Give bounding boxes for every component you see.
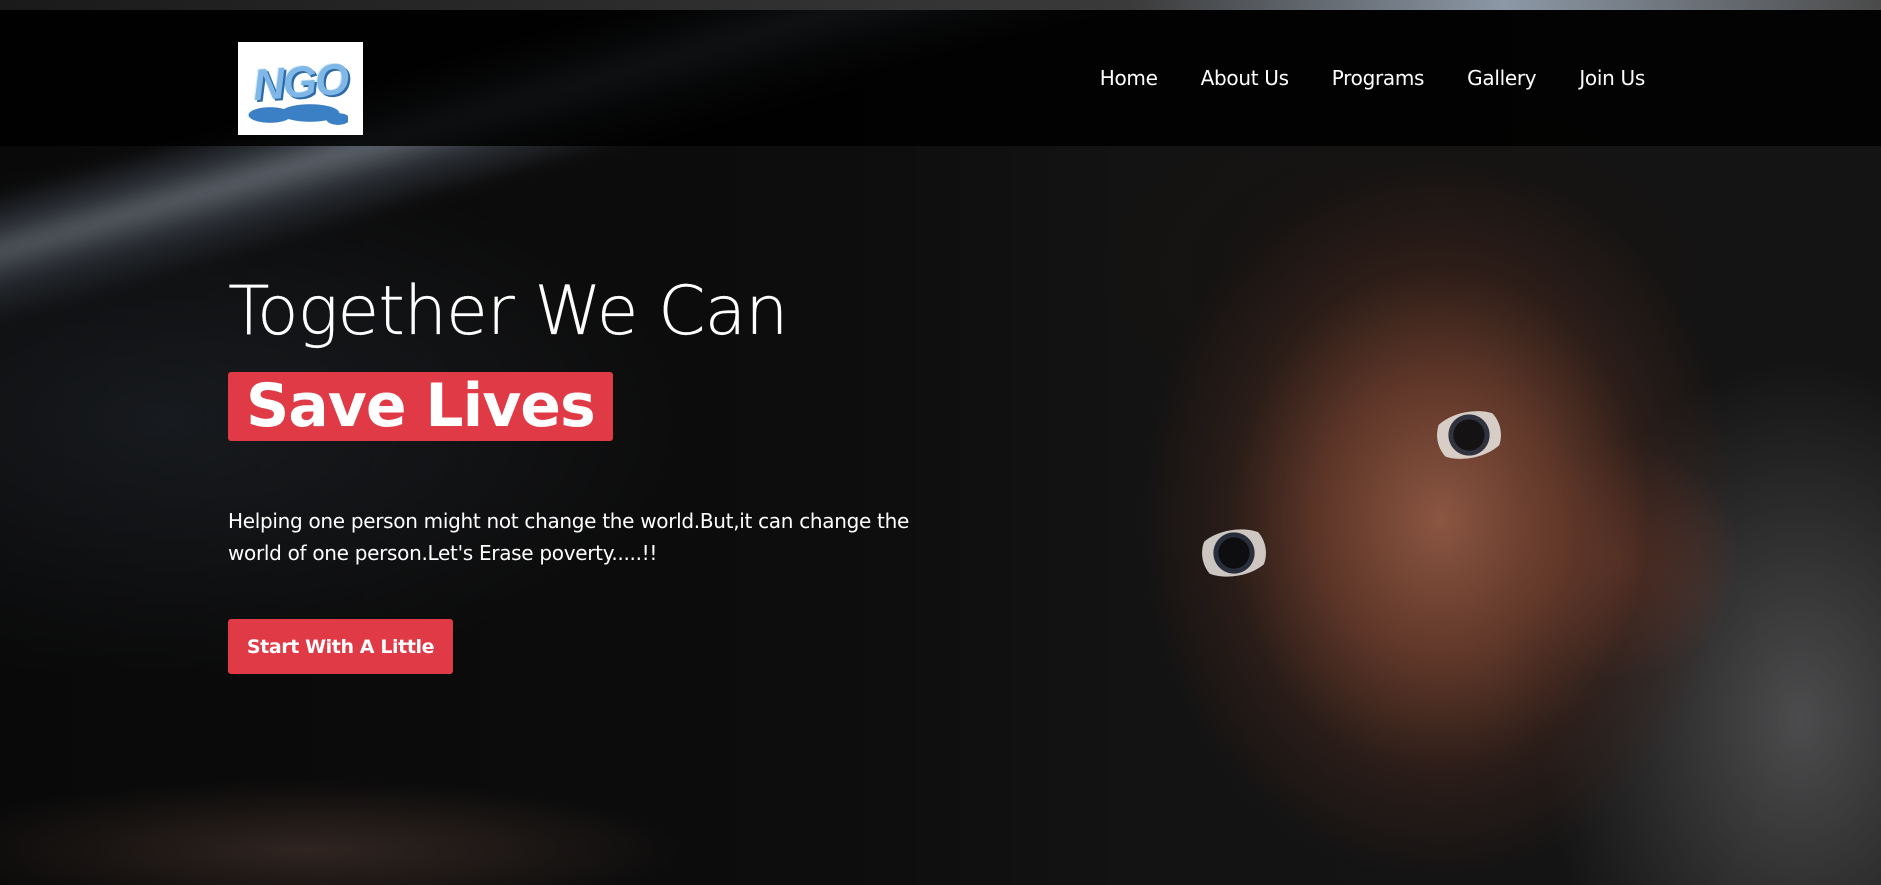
nav-join-us[interactable]: Join Us [1579, 66, 1645, 90]
start-with-a-little-button[interactable]: Start With A Little [228, 619, 453, 674]
landing-page: NGO Home About Us Programs Gallery Join … [0, 0, 1881, 885]
nav-gallery[interactable]: Gallery [1467, 66, 1536, 90]
ngo-logo-icon[interactable]: NGO [238, 42, 363, 135]
top-strip [0, 0, 1881, 10]
main-nav: Home About Us Programs Gallery Join Us [1100, 66, 1646, 90]
site-header: NGO Home About Us Programs Gallery Join … [0, 10, 1881, 146]
nav-programs[interactable]: Programs [1332, 66, 1425, 90]
hero-description: Helping one person might not change the … [228, 509, 909, 565]
nav-about-us[interactable]: About Us [1201, 66, 1289, 90]
hero-highlight-title: Save Lives [228, 372, 613, 441]
nav-home[interactable]: Home [1100, 66, 1158, 90]
logo-map-graphic [248, 103, 348, 125]
hero-title: Together We Can [228, 272, 789, 351]
